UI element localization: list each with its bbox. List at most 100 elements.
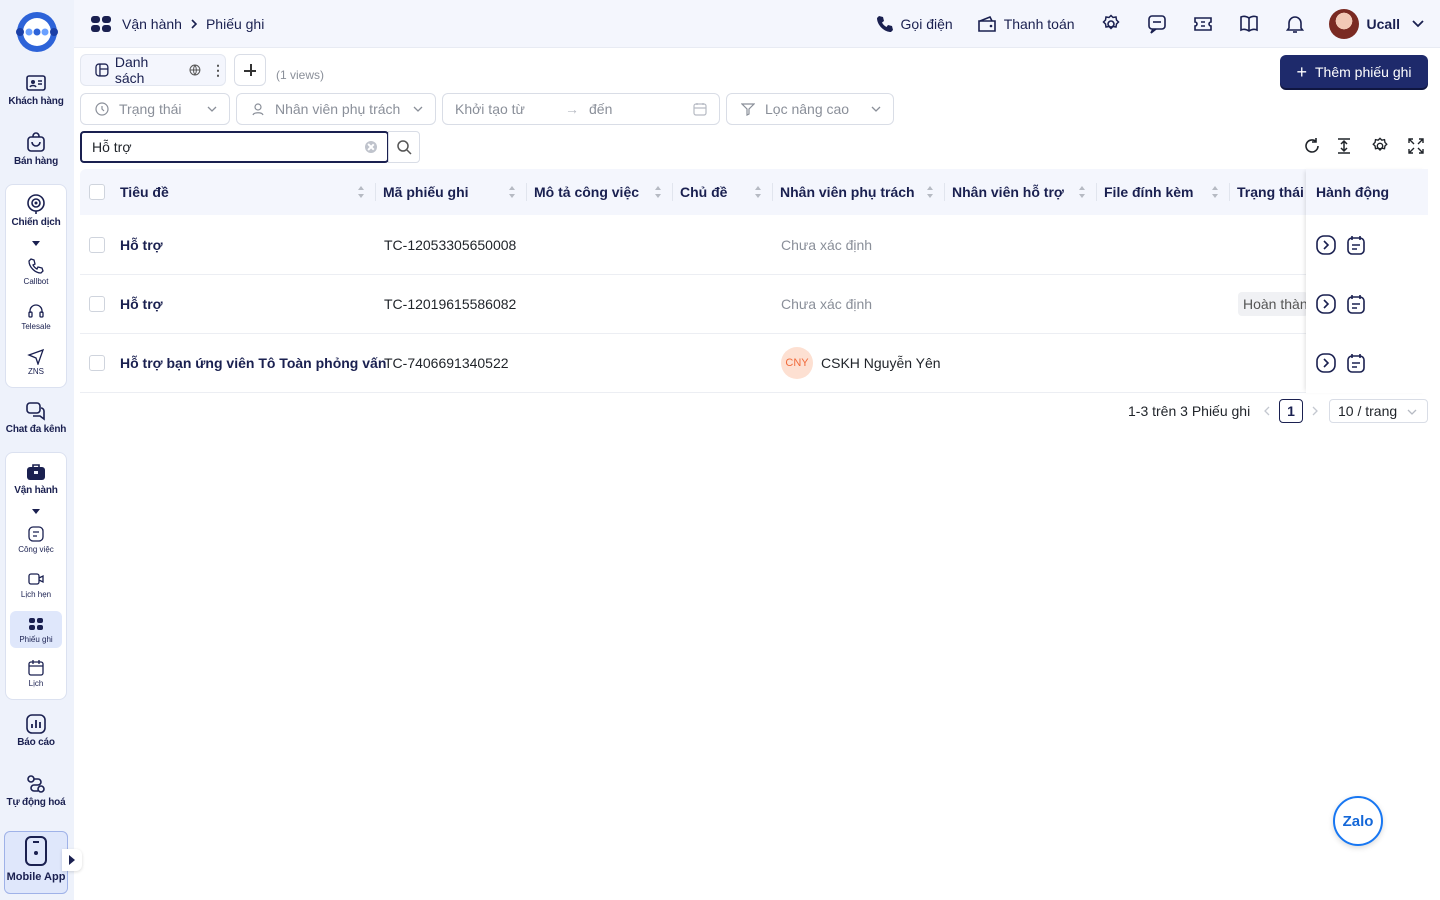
plus-icon: +: [1296, 61, 1307, 82]
book-icon[interactable]: [1239, 14, 1259, 34]
ticket-assignee: Chưa xác định: [781, 237, 873, 253]
column-header-actions: Hành động: [1306, 169, 1428, 215]
sidebar-item-omnichannel[interactable]: Chat đa kênh: [0, 400, 72, 435]
sort-icon[interactable]: [654, 185, 662, 199]
assignee-filter[interactable]: Nhân viên phụ trách: [236, 93, 436, 125]
sidebar-item-reports[interactable]: Báo cáo: [0, 713, 72, 748]
chevron-down-icon[interactable]: [32, 241, 40, 246]
avatar[interactable]: [1328, 9, 1359, 39]
coupon-icon[interactable]: [1193, 14, 1213, 34]
sort-icon[interactable]: [754, 185, 762, 199]
view-tab-list[interactable]: Danh sách ⋮: [80, 54, 226, 86]
column-header-topic[interactable]: Chủ đề: [680, 169, 772, 215]
sort-icon[interactable]: [508, 185, 516, 199]
row-checkbox[interactable]: [89, 296, 105, 312]
sort-icon[interactable]: [357, 185, 365, 199]
mobile-app-button[interactable]: Mobile App: [4, 831, 68, 894]
search-value[interactable]: Hỗ trợ: [92, 139, 132, 155]
table-row[interactable]: Hỗ trợ bạn ứng viên Tô Toàn phỏng vấn TC…: [80, 334, 1428, 393]
call-button[interactable]: Gọi điện: [876, 15, 953, 33]
table-row[interactable]: Hỗ trợ TC-12019615586082 Chưa xác định H…: [80, 275, 1428, 334]
contact-card-icon: [26, 75, 46, 91]
bell-icon[interactable]: [1285, 14, 1305, 34]
column-header-support[interactable]: Nhân viên hỗ trợ: [952, 169, 1096, 215]
open-detail-icon[interactable]: [1316, 353, 1336, 373]
column-header-description[interactable]: Mô tả công việc: [534, 169, 672, 215]
settings-gear-icon[interactable]: [1371, 137, 1389, 155]
column-label: Nhân viên hỗ trợ: [952, 184, 1064, 200]
column-header-code[interactable]: Mã phiếu ghi: [383, 169, 526, 215]
chevron-right-icon[interactable]: [1311, 406, 1319, 416]
expand-sidebar-button[interactable]: [62, 849, 82, 871]
sidebar-sub-tickets[interactable]: Phiếu ghi: [10, 611, 62, 648]
column-header-assignee[interactable]: Nhân viên phụ trách: [780, 169, 944, 215]
add-view-button[interactable]: [234, 54, 266, 86]
status-filter[interactable]: Trạng thái: [80, 93, 230, 125]
chevron-down-icon[interactable]: [1412, 20, 1424, 28]
sidebar-sub-callbot[interactable]: Callbot: [6, 257, 66, 286]
ticket-title[interactable]: Hỗ trợ bạn ứng viên Tô Toàn phỏng vấn: [120, 334, 386, 392]
table-row[interactable]: Hỗ trợ TC-12053305650008 Chưa xác định: [80, 216, 1428, 275]
note-icon[interactable]: [1346, 294, 1366, 314]
row-checkbox[interactable]: [89, 355, 105, 371]
pagination-summary-text: 1-3 trên 3 Phiếu ghi: [1128, 403, 1251, 419]
note-icon[interactable]: [1346, 353, 1366, 373]
date-to-placeholder[interactable]: đến: [589, 101, 612, 117]
note-icon[interactable]: [1346, 235, 1366, 255]
message-icon[interactable]: [1147, 14, 1167, 34]
search-button[interactable]: [388, 131, 420, 163]
clear-icon[interactable]: [365, 141, 377, 153]
sidebar-sub-appointments[interactable]: Lịch hẹn: [6, 570, 66, 599]
sort-icon[interactable]: [926, 185, 934, 199]
select-all-checkbox[interactable]: [89, 184, 105, 200]
ticket-code: TC-12019615586082: [384, 296, 517, 312]
settings-gear-icon[interactable]: [1101, 14, 1121, 34]
payment-button[interactable]: Thanh toán: [977, 15, 1075, 33]
zalo-chat-button[interactable]: Zalo: [1333, 796, 1383, 846]
date-from-placeholder[interactable]: Khởi tạo từ: [455, 101, 565, 117]
ticket-title[interactable]: Hỗ trợ: [120, 275, 163, 333]
column-label: Chủ đề: [680, 184, 728, 200]
fullscreen-icon[interactable]: [1408, 138, 1424, 154]
sort-icon[interactable]: [1211, 185, 1219, 199]
add-ticket-button[interactable]: + Thêm phiếu ghi: [1280, 55, 1428, 88]
sidebar-item-campaign[interactable]: Chiến dịch: [0, 193, 72, 228]
column-header-attachment[interactable]: File đính kèm: [1104, 169, 1229, 215]
refresh-icon[interactable]: [1303, 137, 1321, 155]
ticket-icon: [91, 16, 111, 32]
sidebar-sub-zns[interactable]: ZNS: [6, 347, 66, 376]
open-detail-icon[interactable]: [1316, 294, 1336, 314]
sidebar-sub-tasks[interactable]: Công việc: [6, 525, 66, 554]
breadcrumb-parent[interactable]: Vận hành: [122, 16, 182, 32]
search-input[interactable]: Hỗ trợ: [80, 131, 389, 163]
ticket-assignee-cell: CNY CSKH Nguyễn Yên: [781, 334, 941, 392]
sidebar-item-customers[interactable]: Khách hàng: [0, 72, 72, 107]
date-range-filter[interactable]: Khởi tạo từ → đến: [442, 93, 720, 125]
sidebar-sub-telesale[interactable]: Telesale: [6, 302, 66, 331]
shopping-bag-icon: [27, 132, 45, 152]
advanced-filter[interactable]: Lọc nâng cao: [726, 93, 894, 125]
status-filter-label: Trạng thái: [119, 101, 182, 117]
action-column: Hành động: [1306, 169, 1428, 393]
sort-icon[interactable]: [1078, 185, 1086, 199]
column-header-status[interactable]: Trạng thái: [1237, 169, 1307, 215]
chevron-left-icon[interactable]: [1263, 406, 1271, 416]
sidebar-item-sales[interactable]: Bán hàng: [0, 132, 72, 167]
page-size-select[interactable]: 10 / trang: [1329, 399, 1428, 423]
ticket-title[interactable]: Hỗ trợ: [120, 216, 163, 274]
user-name[interactable]: Ucall: [1367, 16, 1400, 32]
page-number[interactable]: 1: [1279, 399, 1303, 423]
row-checkbox[interactable]: [89, 237, 105, 253]
sidebar-sub-calendar[interactable]: Lịch: [6, 659, 66, 688]
column-divider: [1096, 183, 1097, 201]
column-header-title[interactable]: Tiêu đề: [120, 169, 375, 215]
sidebar-item-automation[interactable]: Tự động hoá: [0, 773, 72, 808]
open-detail-icon[interactable]: [1316, 235, 1336, 255]
sidebar-item-operations[interactable]: Vận hành: [0, 461, 72, 496]
target-icon: [27, 194, 45, 214]
sidebar-item-label: Chat đa kênh: [5, 424, 67, 435]
chevron-down-icon[interactable]: [32, 509, 40, 514]
more-vertical-icon[interactable]: ⋮: [211, 62, 225, 79]
sidebar-item-label: Báo cáo: [17, 737, 55, 748]
column-height-icon[interactable]: [1335, 137, 1353, 155]
